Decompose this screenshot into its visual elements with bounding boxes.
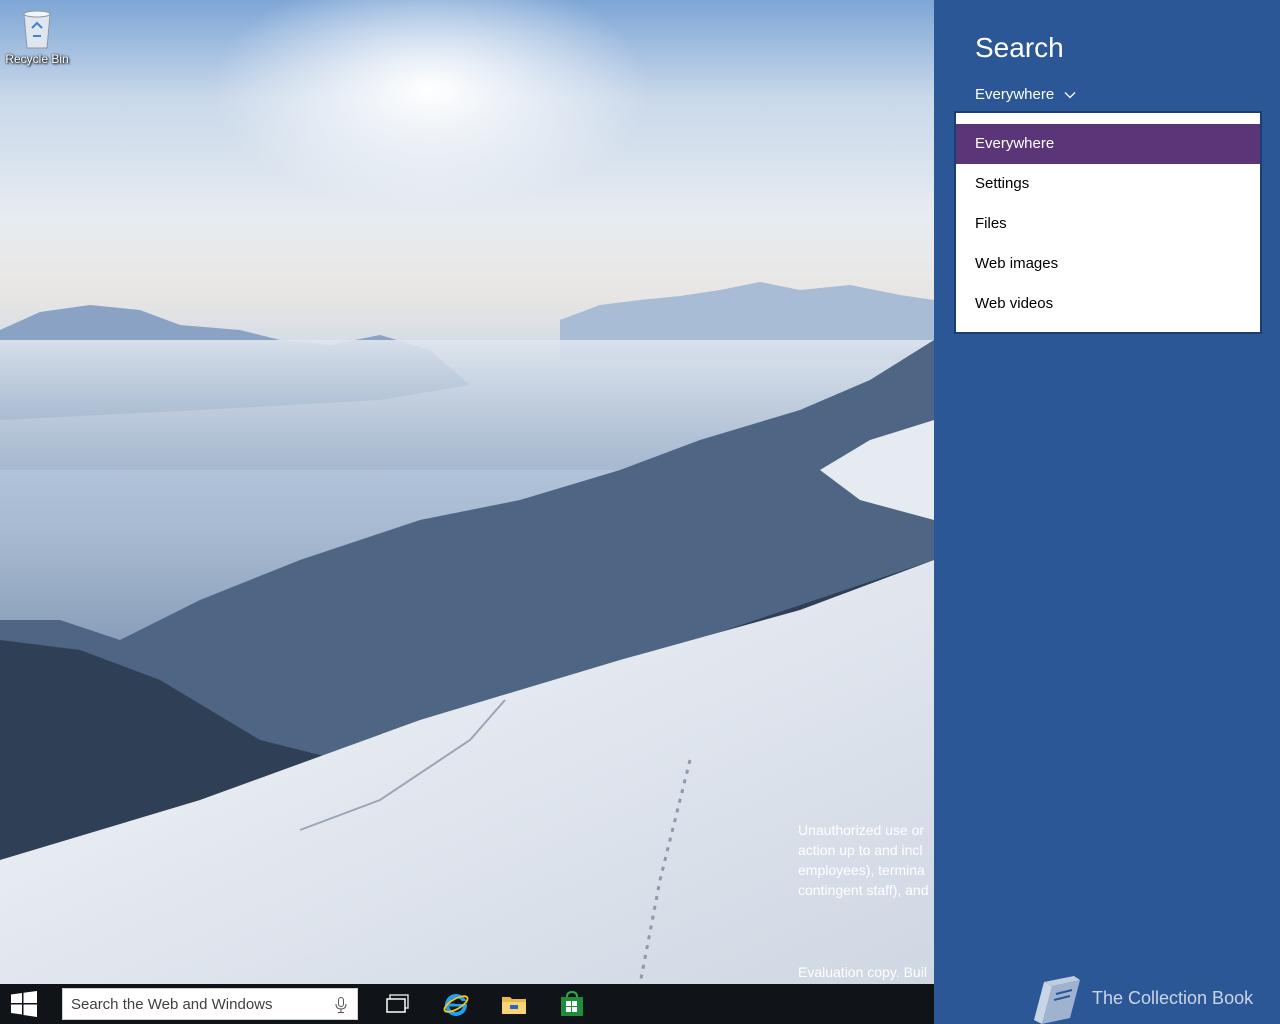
evaluation-notice: Evaluation copy. Buil	[798, 964, 927, 980]
book-icon	[1034, 976, 1080, 1024]
desktop: Recycle Bin Unauthorized use or action u…	[0, 0, 934, 984]
search-charm-title: Search	[975, 32, 1064, 63]
search-scope-select[interactable]: Everywhere	[975, 86, 1076, 103]
search-charm-panel: Search Everywhere Everywhere Settings Fi…	[934, 0, 1280, 1024]
taskbar	[0, 984, 934, 1024]
scope-option-settings[interactable]: Settings	[956, 164, 1260, 204]
recycle-bin-label: Recycle Bin	[5, 52, 69, 66]
scope-option-everywhere[interactable]: Everywhere	[956, 124, 1260, 164]
taskbar-search-box[interactable]	[62, 988, 358, 1020]
store-icon	[561, 991, 583, 1016]
search-scope-value: Everywhere	[975, 86, 1055, 103]
task-view-button[interactable]	[374, 984, 422, 1024]
legal-line: contingent staff), and	[798, 882, 929, 898]
store-button[interactable]	[548, 984, 596, 1024]
legal-line: employees), termina	[798, 862, 925, 878]
start-button[interactable]	[0, 984, 48, 1024]
legal-line: action up to and incl	[798, 842, 923, 858]
recycle-bin-icon	[23, 10, 51, 49]
internet-explorer-icon	[443, 994, 469, 1016]
internet-explorer-button[interactable]	[432, 984, 480, 1024]
scope-option-files[interactable]: Files	[956, 204, 1260, 244]
microphone-icon[interactable]	[335, 997, 347, 1013]
file-explorer-button[interactable]	[490, 984, 538, 1024]
legal-notice: Unauthorized use or action up to and inc…	[798, 820, 934, 900]
search-scope-dropdown: Everywhere Settings Files Web images Web…	[954, 111, 1262, 334]
recycle-bin-shortcut[interactable]: Recycle Bin	[4, 6, 70, 66]
watermark-text: The Collection Book	[1092, 988, 1254, 1008]
scope-option-web-images[interactable]: Web images	[956, 244, 1260, 284]
scope-option-web-videos[interactable]: Web videos	[956, 284, 1260, 324]
legal-line: Unauthorized use or	[798, 822, 925, 838]
taskbar-search-input[interactable]	[63, 989, 331, 1019]
folder-icon	[502, 997, 526, 1014]
watermark: The Collection Book	[1030, 970, 1270, 1024]
windows-logo-icon	[11, 991, 37, 1017]
task-view-icon	[386, 994, 409, 1013]
wallpaper-landscape	[0, 0, 934, 984]
chevron-down-icon	[1064, 92, 1076, 99]
